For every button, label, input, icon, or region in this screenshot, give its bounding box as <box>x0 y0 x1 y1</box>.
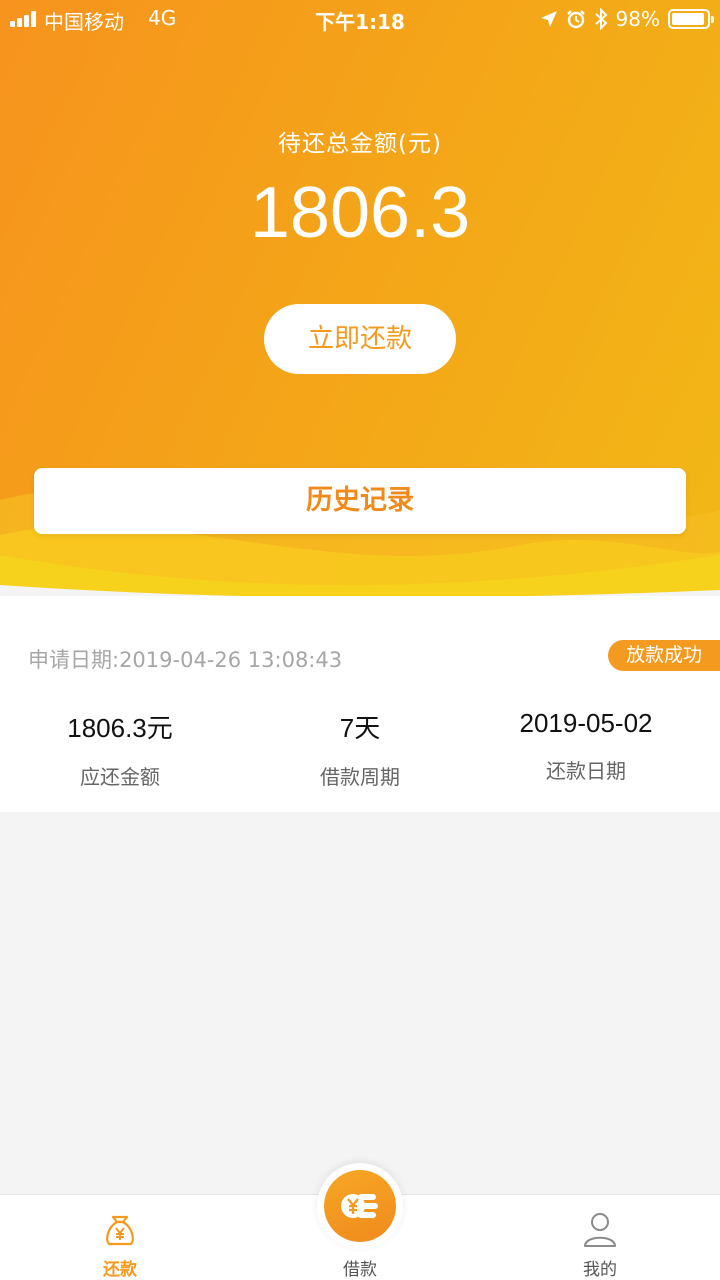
amount-due-label: 应还金额 <box>80 765 160 789</box>
total-due-label: 待还总金额(元) <box>278 131 442 157</box>
header-banner: 中国移动 4G 下午1:18 98% 待还总金额(元) 1806.3 立即还款 … <box>0 0 720 596</box>
amount-due-value: 1806.3元 <box>67 713 173 743</box>
alarm-icon <box>566 9 586 29</box>
loan-period-stat: 7天 借款周期 <box>240 708 480 790</box>
repay-date-value: 2019-05-02 <box>519 708 653 738</box>
battery-icon <box>668 9 714 29</box>
yen-coins-icon <box>324 1170 396 1242</box>
battery-percent: 98% <box>615 7 660 31</box>
repay-date-stat: 2019-05-02 还款日期 <box>466 708 706 784</box>
apply-date: 申请日期:2019-04-26 13:08:43 <box>28 648 343 672</box>
user-icon <box>580 1209 620 1249</box>
status-bar: 中国移动 4G 下午1:18 98% <box>0 0 720 38</box>
status-badge: 放款成功 <box>608 640 720 671</box>
tab-mine-label: 我的 <box>583 1260 617 1280</box>
borrow-center-button[interactable] <box>317 1163 403 1249</box>
loan-period-label: 借款周期 <box>320 765 400 789</box>
loan-record-card[interactable]: 申请日期:2019-04-26 13:08:43 放款成功 1806.3元 应还… <box>0 596 720 812</box>
location-icon <box>540 10 558 28</box>
money-bag-icon <box>100 1209 140 1249</box>
bluetooth-icon <box>594 8 608 30</box>
tab-repay[interactable]: 还款 <box>0 1195 240 1280</box>
tab-mine[interactable]: 我的 <box>480 1195 720 1280</box>
tab-repay-label: 还款 <box>103 1260 137 1280</box>
tab-borrow-label: 借款 <box>343 1260 377 1280</box>
repay-date-label: 还款日期 <box>546 759 626 783</box>
history-records-button[interactable]: 历史记录 <box>34 468 686 534</box>
total-due-amount: 1806.3 <box>249 173 471 253</box>
loan-period-value: 7天 <box>339 713 381 743</box>
repay-now-button[interactable]: 立即还款 <box>264 304 456 374</box>
amount-due-stat: 1806.3元 应还金额 <box>0 708 240 790</box>
